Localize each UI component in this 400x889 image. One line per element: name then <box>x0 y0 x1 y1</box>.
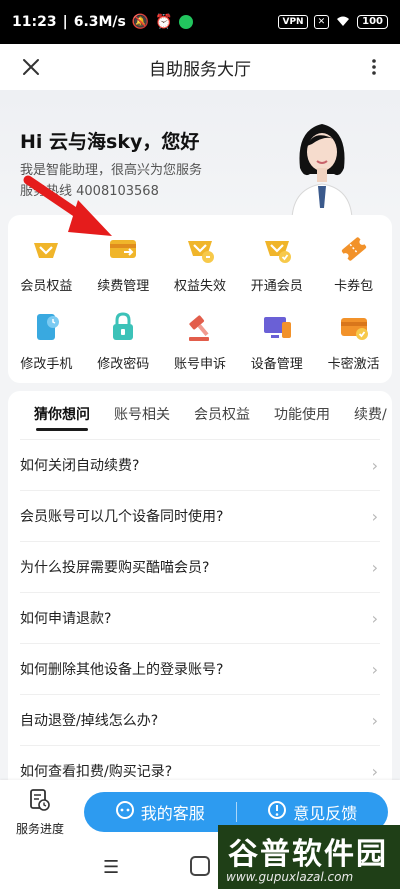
lock-icon <box>105 309 141 345</box>
sim-icon: ✕ <box>313 15 330 29</box>
tab-account[interactable]: 账号相关 <box>102 391 182 439</box>
watermark-url: www.gupuxlazal.com <box>226 870 354 884</box>
faq-item[interactable]: 如何关闭自动续费? › <box>20 439 380 490</box>
faq-tabs: 猜你想问 账号相关 会员权益 功能使用 续费/ <box>8 391 392 439</box>
my-service-button[interactable]: 我的客服 <box>84 792 236 832</box>
tab-guess[interactable]: 猜你想问 <box>22 391 102 439</box>
faq-item[interactable]: 如何删除其他设备上的登录账号? › <box>20 643 380 694</box>
card-check-icon <box>336 309 372 345</box>
service-card-activation[interactable]: 卡密激活 <box>315 303 392 381</box>
chevron-right-icon: › <box>371 761 378 781</box>
service-benefit-expired[interactable]: 权益失效 <box>162 225 239 303</box>
vpn-badge: VPN <box>278 15 308 29</box>
service-change-phone[interactable]: 修改手机 <box>8 303 85 381</box>
ticket-icon <box>336 231 372 267</box>
chevron-right-icon: › <box>371 557 378 577</box>
assistant-avatar <box>282 108 362 219</box>
service-device-management[interactable]: 设备管理 <box>238 303 315 381</box>
chevron-right-icon: › <box>371 506 378 526</box>
status-time: 11:23 <box>12 14 57 30</box>
close-icon[interactable] <box>16 52 46 82</box>
chevron-right-icon: › <box>371 710 378 730</box>
tab-features[interactable]: 功能使用 <box>262 391 342 439</box>
greeting: Hi 云与海sky，您好 <box>20 131 200 153</box>
service-account-appeal[interactable]: 账号申诉 <box>162 303 239 381</box>
feedback-icon <box>267 800 287 824</box>
device-icon <box>259 309 295 345</box>
home-icon[interactable] <box>190 856 210 876</box>
red-pointer-arrow-icon <box>23 175 112 236</box>
customer-service-icon <box>115 800 135 824</box>
faq-list: 如何关闭自动续费? › 会员账号可以几个设备同时使用? › 为什么投屏需要购买酷… <box>8 439 392 791</box>
service-progress-button[interactable]: 服务进度 <box>0 788 80 837</box>
faq-item[interactable]: 如何申请退款? › <box>20 592 380 643</box>
app-header: 自助服务大厅 <box>0 44 400 90</box>
battery-icon: 100 <box>357 15 388 29</box>
app-indicator-icon <box>178 15 193 29</box>
faq-item[interactable]: 会员账号可以几个设备同时使用? › <box>20 490 380 541</box>
tab-member-benefits[interactable]: 会员权益 <box>182 391 262 439</box>
chevron-right-icon: › <box>371 659 378 679</box>
gavel-icon <box>182 309 218 345</box>
service-coupon-wallet[interactable]: 卡券包 <box>315 225 392 303</box>
progress-doc-icon <box>29 788 51 816</box>
faq-panel: 猜你想问 账号相关 会员权益 功能使用 续费/ 如何关闭自动续费? › 会员账号… <box>8 391 392 791</box>
faq-item[interactable]: 为什么投屏需要购买酷喵会员? › <box>20 541 380 592</box>
status-bar: 11:23 | 6.3M/s 🔕 ⏰ VPN ✕ 100 <box>0 0 400 44</box>
chevron-right-icon: › <box>371 455 378 475</box>
service-open-membership[interactable]: 开通会员 <box>238 225 315 303</box>
tab-renewal[interactable]: 续费/ <box>342 391 392 439</box>
page-title: 自助服务大厅 <box>149 59 251 80</box>
site-watermark: 谷普软件园 www.gupuxlazal.com <box>218 825 400 889</box>
faq-item[interactable]: 自动退登/掉线怎么办? › <box>20 694 380 745</box>
service-change-password[interactable]: 修改密码 <box>85 303 162 381</box>
status-speed: 6.3M/s <box>73 14 126 30</box>
watermark-title: 谷普软件园 <box>228 837 388 872</box>
crown-check-icon <box>259 231 295 267</box>
alarm-icon: ⏰ <box>155 14 173 30</box>
menu-icon[interactable]: ☰ <box>103 857 119 878</box>
more-vertical-icon[interactable] <box>362 52 386 82</box>
chevron-right-icon: › <box>371 608 378 628</box>
phone-icon <box>28 309 64 345</box>
crown-broken-icon <box>182 231 218 267</box>
wifi-icon <box>335 15 351 30</box>
mute-icon: 🔕 <box>131 14 150 30</box>
